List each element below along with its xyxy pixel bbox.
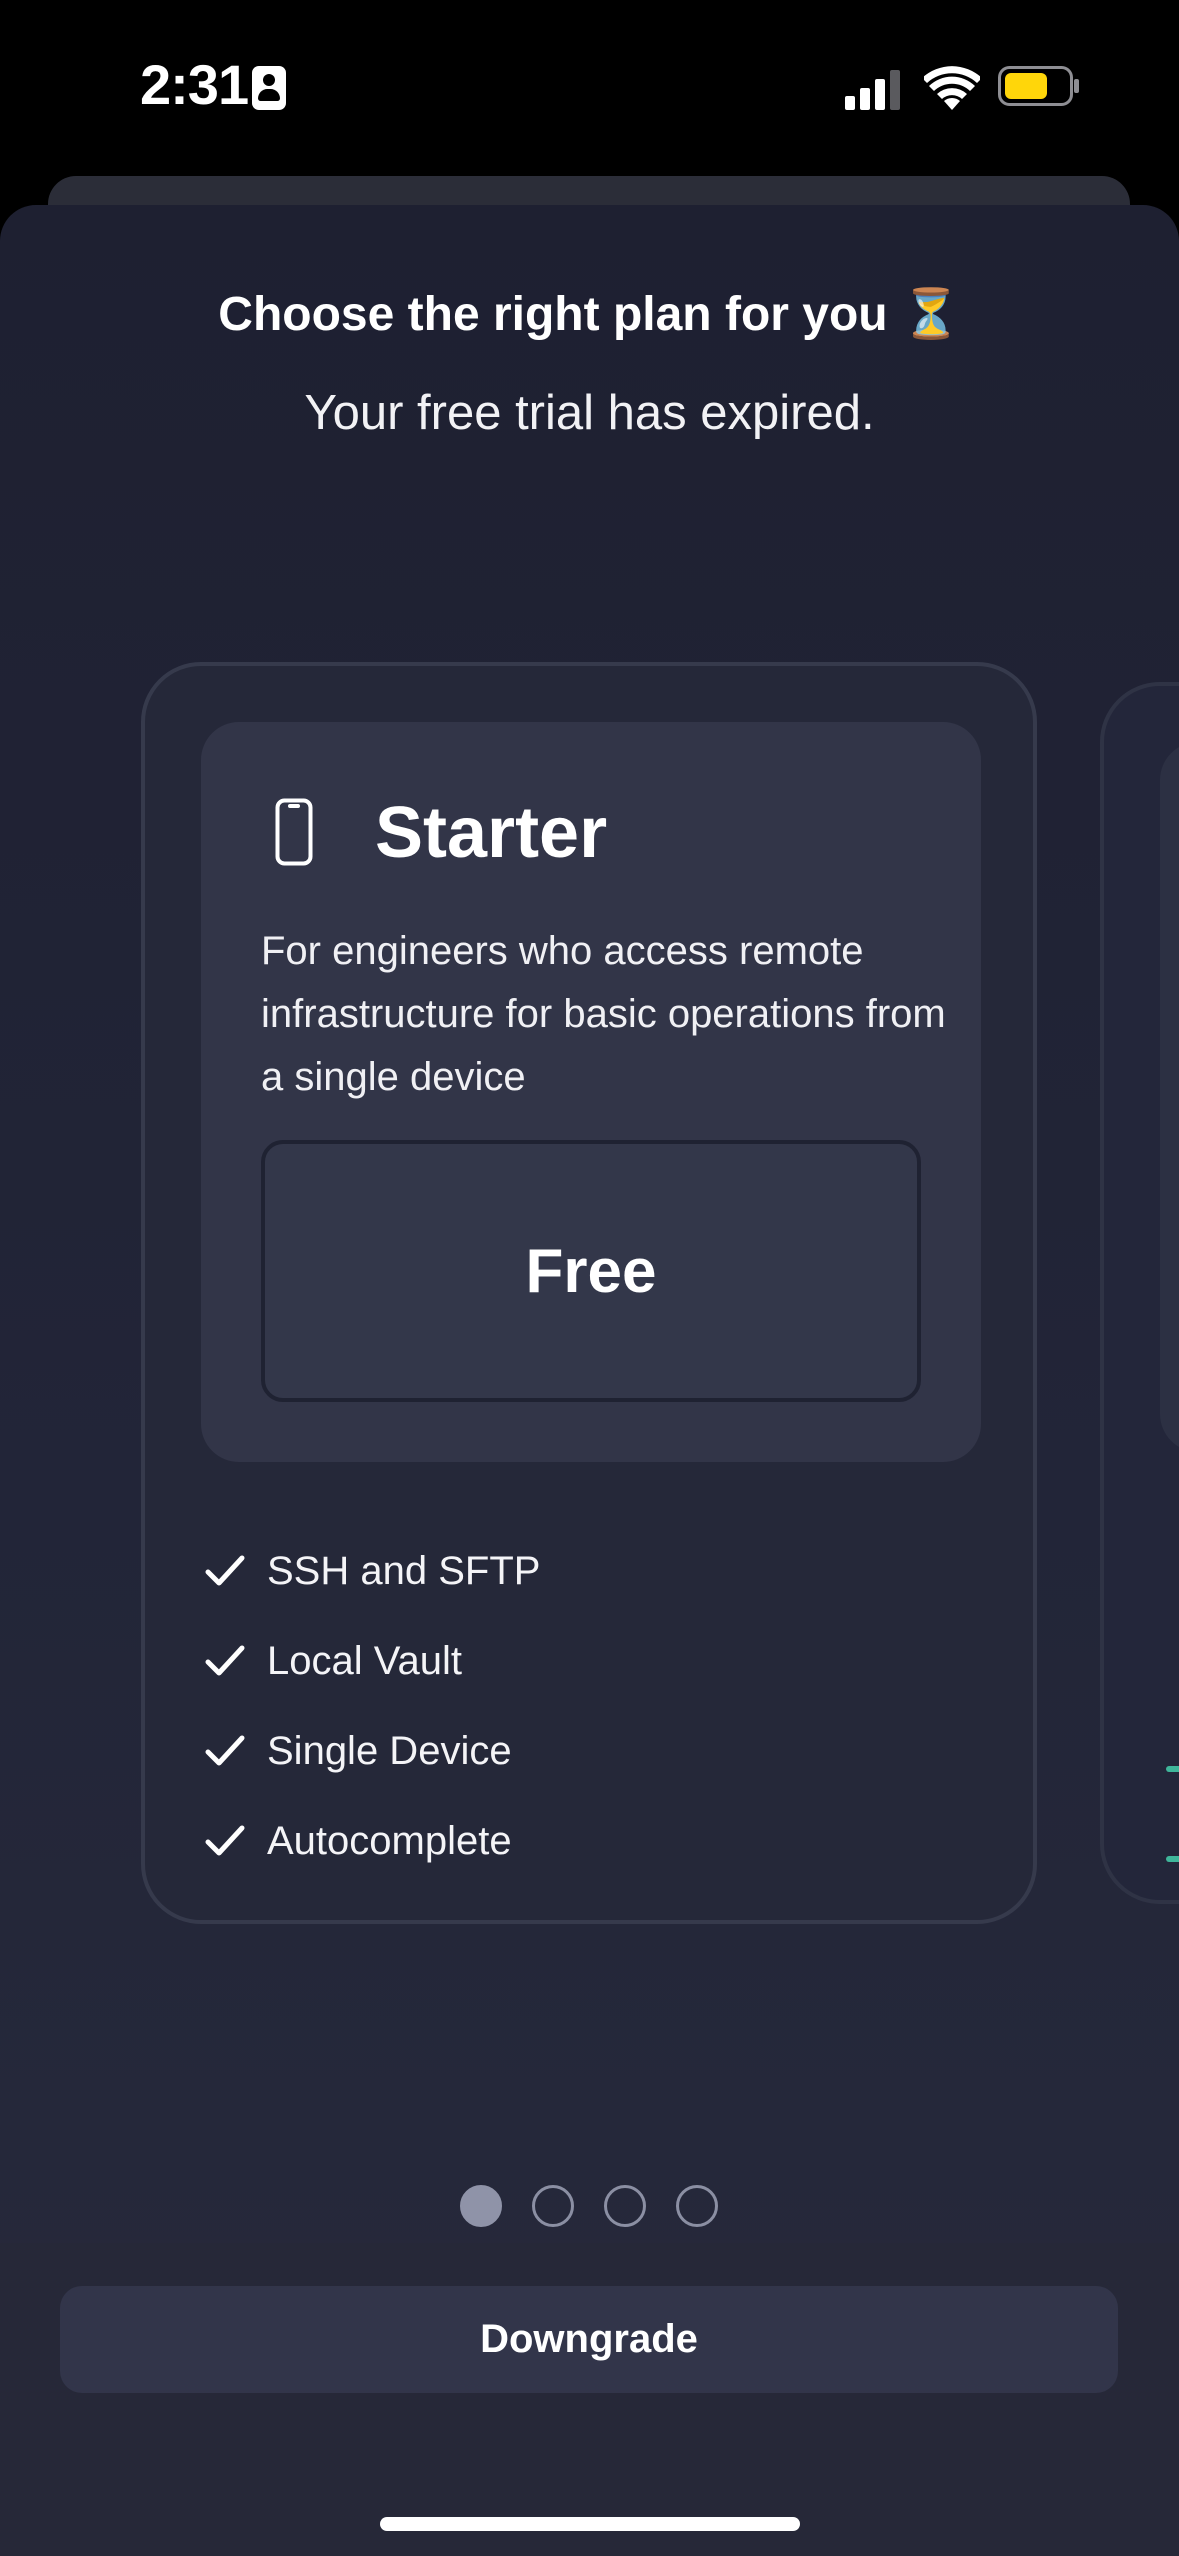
plan-price: Free: [525, 1236, 657, 1306]
home-indicator[interactable]: [380, 2517, 800, 2531]
feature-label: Autocomplete: [267, 1818, 512, 1863]
check-icon: [1166, 1766, 1179, 1772]
page-dot-2[interactable]: [532, 2185, 574, 2227]
status-bar: 2:31: [0, 0, 1179, 170]
page-title: Choose the right plan for you ⏳: [218, 288, 961, 341]
wifi-icon: [924, 66, 980, 110]
phone-icon: [275, 798, 313, 866]
plan-card-next[interactable]: [1100, 682, 1179, 1904]
feature-label: Single Device: [267, 1728, 512, 1773]
downgrade-button[interactable]: Downgrade: [60, 2286, 1118, 2393]
price-box: Free: [261, 1140, 921, 1402]
page-dot-3[interactable]: [604, 2185, 646, 2227]
page-dot-1[interactable]: [460, 2185, 502, 2227]
bottom-bar: Downgrade: [0, 2243, 1179, 2556]
plan-summary: Starter For engineers who access remote …: [201, 722, 981, 1462]
page-dot-4[interactable]: [676, 2185, 718, 2227]
feature-item: Local Vault: [205, 1616, 965, 1706]
battery-icon: [998, 66, 1079, 106]
feature-item: Autocomplete: [205, 1796, 965, 1886]
feature-item: Single Device: [205, 1706, 965, 1796]
pagination: [460, 2185, 720, 2233]
plan-card-starter[interactable]: Starter For engineers who access remote …: [141, 662, 1037, 1924]
status-time: 2:31: [140, 53, 249, 116]
check-icon: [205, 1735, 245, 1766]
feature-item: SSH and SFTP: [205, 1526, 965, 1616]
plan-summary-peek: [1160, 742, 1179, 1452]
contact-card-icon: [252, 66, 286, 110]
feature-label: Local Vault: [267, 1638, 462, 1683]
check-icon: [205, 1555, 245, 1586]
check-icon: [205, 1825, 245, 1856]
cellular-signal-icon: [845, 70, 900, 110]
feature-label: SSH and SFTP: [267, 1548, 541, 1593]
check-icon: [1166, 1856, 1179, 1862]
plan-name: Starter: [375, 793, 608, 873]
feature-list: SSH and SFTP Local Vault Single Device A…: [205, 1526, 965, 1886]
page-subtitle: Your free trial has expired.: [304, 386, 875, 440]
plan-sheet: Choose the right plan for you ⏳ Your fre…: [0, 205, 1179, 2556]
screen: 2:31 Choose the right plan for you ⏳ You…: [0, 0, 1179, 2556]
check-icon: [205, 1645, 245, 1676]
plan-description: For engineers who access remote infrastr…: [261, 929, 946, 1099]
